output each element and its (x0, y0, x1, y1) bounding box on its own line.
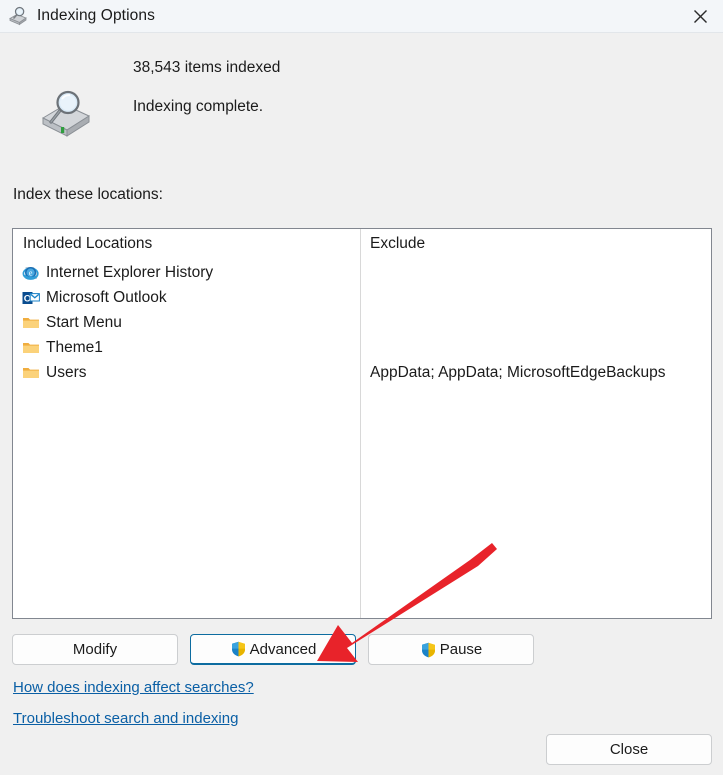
search-drive-icon (37, 88, 95, 140)
title-bar: Indexing Options (0, 0, 723, 32)
advanced-button-label: Advanced (249, 640, 317, 658)
pause-button[interactable]: Pause (368, 634, 534, 665)
list-item[interactable]: Theme1 (13, 335, 360, 360)
list-item-label: Start Menu (46, 313, 122, 331)
exclude-row (370, 285, 710, 310)
svg-text:e: e (29, 268, 33, 277)
exclude-row (370, 260, 710, 285)
pause-button-label: Pause (439, 641, 483, 658)
folder-icon (22, 339, 42, 357)
outlook-icon: O (22, 289, 42, 307)
modify-button[interactable]: Modify (12, 634, 178, 665)
internet-explorer-icon: e (22, 264, 42, 282)
window-title: Indexing Options (37, 7, 155, 24)
list-item[interactable]: Users (13, 360, 360, 385)
exclude-row (370, 310, 710, 335)
list-item-label: Microsoft Outlook (46, 288, 167, 306)
column-header-included: Included Locations (23, 235, 153, 252)
how-indexing-affects-searches-link[interactable]: How does indexing affect searches? (13, 679, 254, 696)
advanced-button[interactable]: Advanced (190, 634, 356, 665)
indexing-options-dialog: Indexing Options 38,543 items indexed In… (0, 0, 723, 775)
list-item[interactable]: Start Menu (13, 310, 360, 335)
uac-shield-icon (230, 640, 247, 658)
list-item[interactable]: O Microsoft Outlook (13, 285, 360, 310)
indexing-status-message: Indexing complete. (133, 98, 264, 115)
exclude-row (370, 335, 710, 360)
items-indexed-count: 38,543 items indexed (133, 59, 281, 76)
exclude-row: AppData; AppData; MicrosoftEdgeBackups (370, 360, 710, 385)
close-button-label: Close (609, 741, 649, 758)
uac-shield-icon (420, 641, 437, 659)
included-locations-list: e Internet Explorer History O Microsoft … (13, 260, 360, 385)
exclude-list: AppData; AppData; MicrosoftEdgeBackups (370, 260, 710, 385)
list-item-label: Internet Explorer History (46, 263, 214, 281)
exclude-text: AppData; AppData; MicrosoftEdgeBackups (370, 363, 666, 381)
folder-icon (22, 314, 42, 332)
index-locations-listbox[interactable]: Included Locations Exclude e Internet Ex… (12, 228, 712, 619)
index-locations-label: Index these locations: (13, 186, 163, 203)
column-divider (360, 229, 361, 618)
close-icon[interactable] (677, 0, 723, 32)
folder-icon (22, 364, 42, 382)
list-item-label: Theme1 (46, 338, 103, 356)
list-item-label: Users (46, 363, 87, 381)
close-button[interactable]: Close (546, 734, 712, 765)
column-header-exclude: Exclude (370, 235, 426, 252)
indexing-options-icon (7, 5, 29, 27)
list-item[interactable]: e Internet Explorer History (13, 260, 360, 285)
troubleshoot-search-indexing-link[interactable]: Troubleshoot search and indexing (13, 710, 238, 727)
status-area: 38,543 items indexed Indexing complete. (0, 33, 723, 173)
modify-button-label: Modify (72, 641, 118, 658)
